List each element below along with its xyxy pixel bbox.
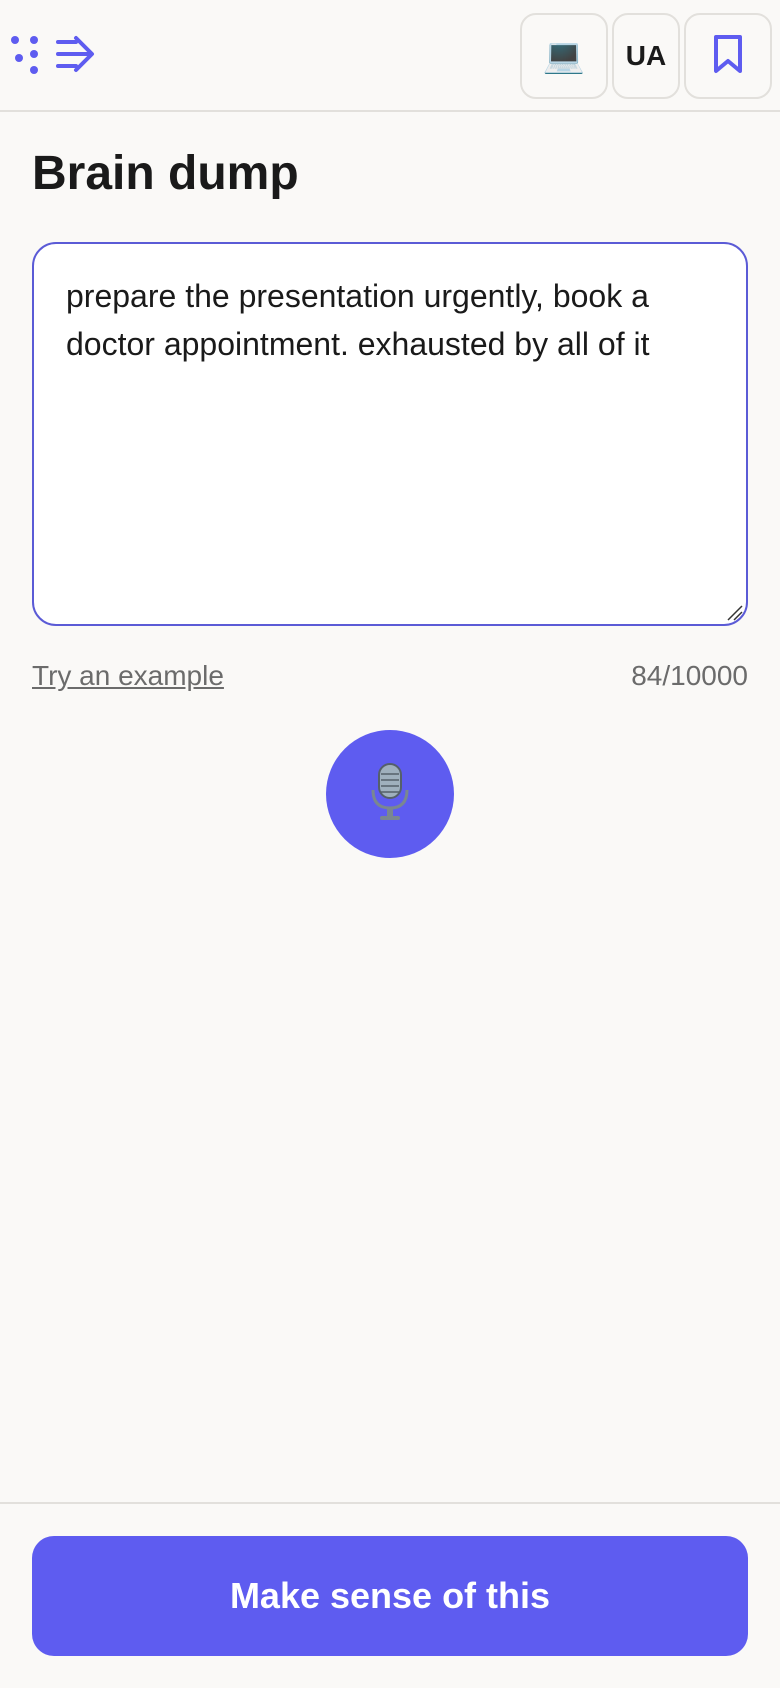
page-title: Brain dump <box>32 147 299 200</box>
character-counter: 84/10000 <box>631 660 748 691</box>
bookmark-button[interactable] <box>684 13 772 99</box>
resize-handle-icon[interactable] <box>726 604 744 622</box>
microphone-button[interactable] <box>326 730 454 858</box>
brain-dump-textarea[interactable]: prepare the presentation urgently, book … <box>32 242 748 626</box>
laptop-icon: 💻 <box>542 37 586 75</box>
try-example-link[interactable]: Try an example <box>32 660 224 692</box>
app-logo-icon[interactable] <box>10 34 100 78</box>
top-bar: 💻 UA <box>0 0 780 112</box>
language-button[interactable]: UA <box>612 13 680 99</box>
brain-dump-text[interactable]: prepare the presentation urgently, book … <box>66 272 706 368</box>
make-sense-button[interactable]: Make sense of this <box>32 1536 748 1656</box>
bottom-bar: Make sense of this <box>0 1502 780 1688</box>
language-label: UA <box>625 40 667 71</box>
microphone-icon <box>367 762 413 827</box>
bookmark-icon <box>712 34 744 79</box>
device-toggle-button[interactable]: 💻 <box>520 13 608 99</box>
app-page: 💻 UA Brain dump prepare the presentation… <box>0 0 780 1688</box>
